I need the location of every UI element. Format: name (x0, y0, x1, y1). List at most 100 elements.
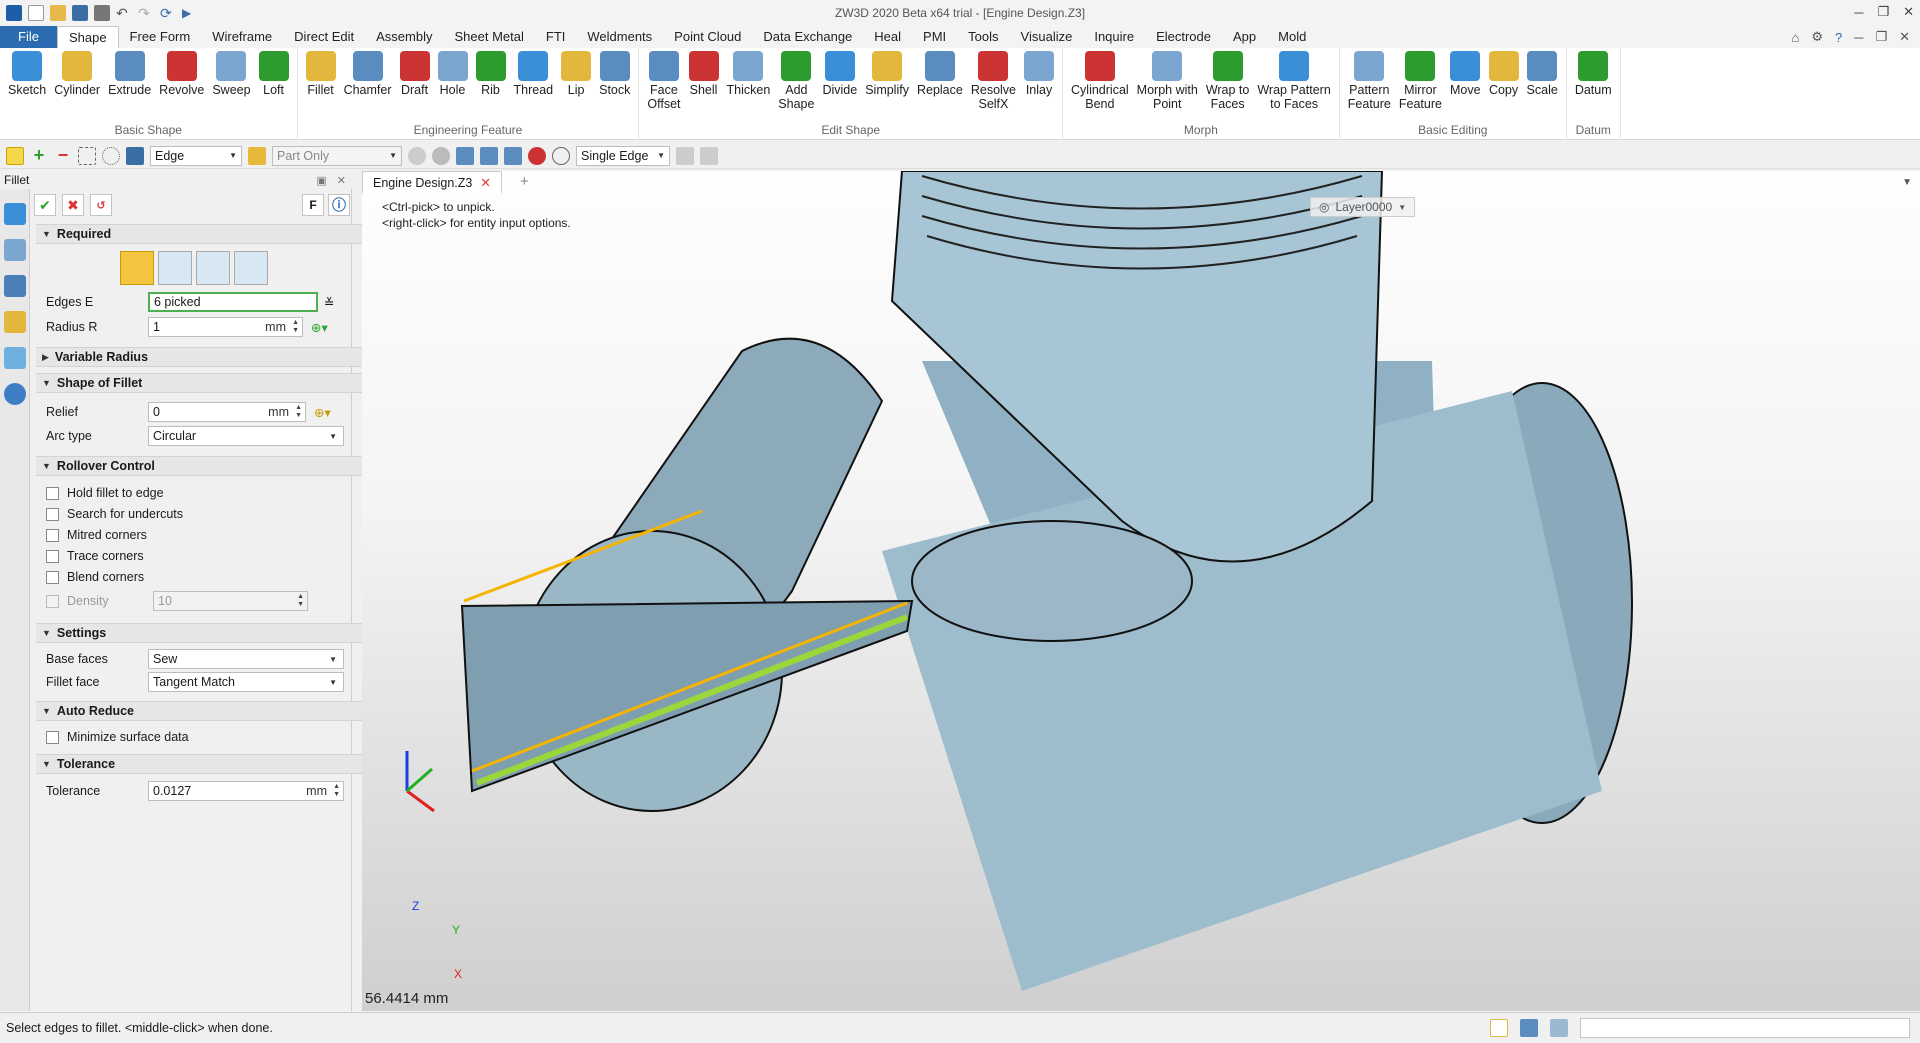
fillet-type-face-icon[interactable] (158, 251, 192, 285)
blend-corners-checkbox[interactable]: Blend corners (46, 567, 144, 587)
menu-visualize[interactable]: Visualize (1010, 26, 1084, 48)
edges-field[interactable]: 6 picked (148, 292, 318, 312)
menu-file[interactable]: File (0, 26, 57, 48)
redo-icon[interactable]: ↷ (138, 5, 154, 21)
panel-pin-icon[interactable]: ▣ (316, 174, 326, 187)
lock-icon[interactable] (408, 146, 426, 165)
search-undercuts-checkbox[interactable]: Search for undercuts (46, 504, 183, 524)
arc-type-select[interactable]: Circular ▼ (148, 426, 344, 446)
menu-app[interactable]: App (1222, 26, 1267, 48)
viewport-menu-icon[interactable]: ▼ (1902, 177, 1912, 188)
close-window-icon[interactable]: ✕ (1903, 4, 1914, 20)
status-view-icon[interactable] (1490, 1019, 1508, 1037)
regen-icon[interactable]: ⟳ (160, 5, 176, 21)
marker-icon[interactable] (528, 146, 546, 165)
status-list-icon[interactable] (1550, 1019, 1568, 1037)
menu-free-form[interactable]: Free Form (119, 26, 202, 48)
tolerance-field[interactable]: 0.0127 mm ▲ ▼ (148, 781, 344, 801)
tool-b-icon[interactable] (700, 146, 718, 165)
add-pick-icon[interactable]: + (30, 146, 48, 165)
section-variable-radius[interactable]: ▶ Variable Radius (36, 347, 382, 367)
pin-icon[interactable]: ⌂ (1791, 30, 1799, 45)
doc-restore-icon[interactable]: ❐ (1875, 29, 1887, 45)
menu-assembly[interactable]: Assembly (365, 26, 443, 48)
menu-pmi[interactable]: PMI (912, 26, 957, 48)
remove-pick-icon[interactable]: − (54, 146, 72, 165)
doc-close-icon[interactable]: ✕ (1899, 29, 1910, 45)
mitred-corners-checkbox[interactable]: Mitred corners (46, 525, 147, 545)
menu-point-cloud[interactable]: Point Cloud (663, 26, 752, 48)
image-icon[interactable] (4, 347, 26, 369)
fillet-type-constant-icon[interactable] (120, 251, 154, 285)
tab-close-icon[interactable]: ✕ (480, 175, 490, 190)
save-icon[interactable] (72, 5, 88, 21)
new-tab-icon[interactable]: + (520, 173, 529, 190)
command-input[interactable] (1580, 1018, 1910, 1038)
menu-weldments[interactable]: Weldments (576, 26, 663, 48)
section-shape-of-fillet[interactable]: ▼ Shape of Fillet (36, 373, 382, 393)
filter-combo[interactable]: Edge ▼ (150, 145, 242, 166)
menu-direct-edit[interactable]: Direct Edit (283, 26, 365, 48)
radius-options-icon[interactable]: ⊕▾ (311, 320, 328, 335)
section-rollover-control[interactable]: ▼ Rollover Control (36, 456, 382, 476)
menu-tools[interactable]: Tools (957, 26, 1009, 48)
info-icon[interactable]: ⓘ (328, 194, 350, 216)
relief-field[interactable]: 0 mm ▲ ▼ (148, 402, 306, 422)
fillet-type-chordal-icon[interactable] (196, 251, 230, 285)
minimize-surface-checkbox[interactable]: Minimize surface data (46, 727, 189, 747)
tool-a-icon[interactable] (676, 146, 694, 165)
user-icon[interactable] (4, 383, 26, 405)
align-left-icon[interactable] (456, 146, 474, 165)
pick-mode-combo[interactable]: Single Edge ▼ (576, 145, 670, 166)
print-icon[interactable] (94, 5, 110, 21)
help-icon[interactable]: ? (1835, 30, 1842, 45)
new-file-icon[interactable] (28, 5, 44, 21)
fillet-face-select[interactable]: Tangent Match ▼ (148, 672, 344, 692)
select-arrow-icon[interactable] (6, 146, 24, 165)
panel-close-icon[interactable]: ✕ (337, 174, 346, 187)
open-folder-icon[interactable] (50, 5, 66, 21)
feature-manager-icon[interactable] (4, 203, 26, 225)
hold-fillet-checkbox[interactable]: Hold fillet to edge (46, 483, 164, 503)
minimize-icon[interactable]: ─ (1854, 5, 1863, 20)
run-icon[interactable]: ▶ (182, 5, 198, 21)
3d-viewport[interactable] (362, 171, 1920, 1011)
filter-options-icon[interactable] (248, 146, 266, 165)
section-settings[interactable]: ▼ Settings (36, 623, 382, 643)
apply-button[interactable]: ↺ (90, 194, 112, 216)
menu-electrode[interactable]: Electrode (1145, 26, 1222, 48)
f-button[interactable]: F (302, 194, 324, 216)
base-faces-select[interactable]: Sew ▼ (148, 649, 344, 669)
layer-selector[interactable]: ◎ Layer0000 ▼ (1310, 197, 1416, 217)
history-tree-icon[interactable] (4, 239, 26, 261)
box-select-icon[interactable] (78, 146, 96, 165)
status-screen-icon[interactable] (1520, 1019, 1538, 1037)
pick-mode-icon[interactable] (552, 146, 570, 165)
ok-button[interactable]: ✔ (34, 194, 56, 216)
menu-shape[interactable]: Shape (56, 26, 119, 48)
document-tab[interactable]: Engine Design.Z3 ✕ (362, 171, 502, 193)
menu-data-exchange[interactable]: Data Exchange (752, 26, 863, 48)
lasso-icon[interactable] (102, 146, 120, 165)
menu-wireframe[interactable]: Wireframe (201, 26, 283, 48)
part-icon[interactable] (4, 311, 26, 333)
filter-icon[interactable] (126, 146, 144, 165)
app-logo-icon[interactable] (6, 5, 22, 21)
expand-icon[interactable]: ≚ (324, 295, 334, 310)
align-right-icon[interactable] (504, 146, 522, 165)
undo-icon[interactable]: ↶ (116, 5, 132, 21)
section-required[interactable]: ▼ Required (36, 224, 382, 244)
relief-options-icon[interactable]: ⊕▾ (314, 405, 331, 420)
section-tolerance[interactable]: ▼ Tolerance (36, 754, 382, 774)
snap-icon[interactable] (432, 146, 450, 165)
density-field[interactable]: 10 ▲ ▼ (153, 591, 308, 611)
menu-mold[interactable]: Mold (1267, 26, 1317, 48)
scope-combo[interactable]: Part Only ▼ (272, 145, 402, 166)
assembly-tree-icon[interactable] (4, 275, 26, 297)
menu-inquire[interactable]: Inquire (1083, 26, 1145, 48)
section-auto-reduce[interactable]: ▼ Auto Reduce (36, 701, 382, 721)
restore-icon[interactable]: ❐ (1877, 4, 1889, 20)
density-checkbox[interactable] (46, 594, 59, 608)
doc-minimize-icon[interactable]: ─ (1854, 30, 1863, 45)
settings-gear-icon[interactable]: ⚙ (1811, 29, 1823, 45)
